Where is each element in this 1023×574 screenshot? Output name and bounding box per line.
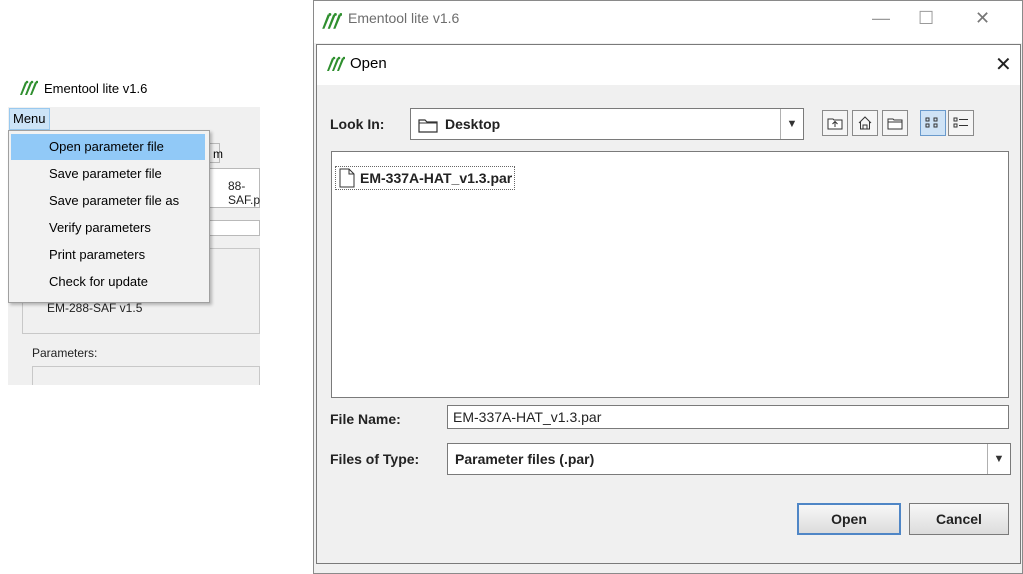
files-of-type-value: Parameter files (.par): [455, 451, 595, 467]
open-button-label: Open: [831, 511, 867, 527]
open-button[interactable]: Open: [797, 503, 901, 535]
menu-dropdown: Open parameter file Save parameter file …: [8, 130, 210, 303]
left-app-title: Ementool lite v1.6: [44, 80, 148, 96]
menu-item-label: Print parameters: [49, 247, 146, 262]
home-button[interactable]: [852, 110, 878, 136]
menu-item-label: Save parameter file: [49, 166, 162, 181]
files-of-type-combo[interactable]: Parameter files (.par) ▼: [447, 443, 1011, 475]
menu-item-save-parameter-file[interactable]: Save parameter file: [11, 161, 205, 187]
folder-icon: [418, 119, 438, 133]
menu-item-check-for-update[interactable]: Check for update: [11, 269, 205, 295]
maximize-button[interactable]: ☐: [918, 8, 934, 29]
file-icon: [339, 168, 355, 188]
chevron-down-icon[interactable]: ▼: [780, 109, 803, 139]
list-view-button[interactable]: [920, 110, 946, 136]
new-folder-button[interactable]: [882, 110, 908, 136]
chevron-down-icon[interactable]: ▼: [987, 444, 1010, 474]
close-window-button[interactable]: ✕: [975, 8, 990, 29]
up-folder-icon: [827, 118, 843, 130]
up-one-level-button[interactable]: [822, 110, 848, 136]
menu-button[interactable]: Menu: [9, 108, 50, 130]
home-icon: [858, 116, 872, 130]
look-in-value: Desktop: [445, 116, 501, 132]
file-name-input[interactable]: EM-337A-HAT_v1.3.par: [447, 405, 1009, 429]
open-dialog-titlebar: [317, 45, 1020, 85]
menu-item-save-parameter-file-as[interactable]: Save parameter file as: [11, 188, 205, 214]
list-view-icon: [925, 117, 938, 128]
open-dialog-title: Open: [350, 55, 387, 72]
parameters-label: Parameters:: [32, 346, 98, 360]
look-in-combo[interactable]: Desktop ▼: [410, 108, 804, 140]
menu-item-label: Open parameter file: [49, 139, 164, 154]
left-app-titlebar: Ementool lite v1.6: [18, 78, 147, 98]
parameters-box: [32, 366, 260, 385]
file-name: EM-337A-HAT_v1.3.par: [360, 170, 513, 186]
files-of-type-label: Files of Type:: [330, 451, 420, 467]
menu-item-label: Check for update: [49, 274, 149, 289]
minimize-button[interactable]: —: [872, 8, 890, 29]
device-version-text: EM-288-SAF v1.5: [47, 301, 143, 315]
menu-item-label: Verify parameters: [49, 220, 151, 235]
menu-item-print-parameters[interactable]: Print parameters: [11, 242, 205, 268]
menu-item-label: Save parameter file as: [49, 193, 180, 208]
app-logo-icon: [20, 80, 38, 95]
file-name-label-text: File Name:: [330, 411, 401, 427]
menu-item-open-parameter-file[interactable]: Open parameter file: [11, 134, 205, 160]
cancel-button-label: Cancel: [936, 511, 982, 527]
bg-tab-label: m: [213, 147, 223, 161]
file-list-item[interactable]: EM-337A-HAT_v1.3.par: [335, 166, 516, 190]
new-folder-icon: [887, 118, 903, 130]
dialog-logo-icon: [327, 56, 345, 71]
menu-button-label: Menu: [13, 111, 46, 126]
details-view-button[interactable]: [948, 110, 974, 136]
bg-file-text: 88-SAF.p: [228, 179, 261, 207]
look-in-label: Look In:: [330, 116, 385, 132]
file-name-label: File Name:: [330, 411, 401, 427]
details-view-icon: [953, 117, 968, 128]
dialog-close-icon[interactable]: ✕: [995, 52, 1012, 77]
menu-item-verify-parameters[interactable]: Verify parameters: [11, 215, 205, 241]
main-window-logo-icon: [322, 12, 342, 29]
cancel-button[interactable]: Cancel: [909, 503, 1009, 535]
main-window-title: Ementool lite v1.6: [348, 10, 460, 26]
